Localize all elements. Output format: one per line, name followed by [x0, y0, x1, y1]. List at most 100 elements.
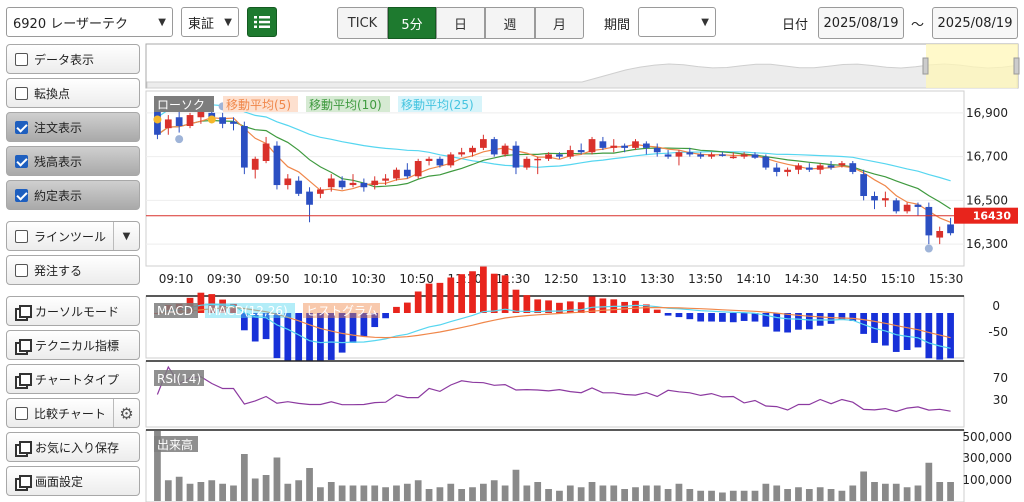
macd-hist-bar	[632, 300, 639, 313]
time-tick-label: 15:10	[881, 272, 916, 286]
volume-bar	[762, 483, 770, 501]
price-panel[interactable]	[145, 90, 965, 267]
candle-body	[512, 145, 520, 168]
candle-body	[338, 180, 346, 188]
volume-tick-500k: 500,000	[962, 430, 1012, 444]
volume-bar	[871, 482, 878, 501]
candle-body	[903, 204, 911, 212]
candle-body	[795, 165, 802, 170]
macd-hist-bar	[284, 313, 292, 365]
volume-bar	[566, 485, 574, 501]
candle-body	[784, 169, 791, 172]
volume-bar	[816, 487, 824, 501]
candle-body	[936, 231, 944, 238]
time-tick-label: 12:50	[544, 272, 579, 286]
volume-bar	[469, 487, 476, 501]
candle-body	[925, 206, 933, 236]
candle-body	[556, 154, 563, 157]
candle-body	[306, 191, 313, 205]
volume-bar	[295, 480, 303, 501]
macd-hist-bar	[784, 313, 791, 333]
volume-bar	[425, 489, 433, 501]
volume-bar	[317, 487, 324, 501]
candle-body	[599, 141, 607, 148]
navigator[interactable]	[145, 43, 1020, 89]
candle-body	[425, 158, 433, 161]
macd-hist-bar	[327, 313, 335, 360]
candle-body	[534, 158, 542, 161]
rsi-panel[interactable]	[145, 360, 965, 428]
candle-body	[577, 150, 585, 153]
macd-tick-minus50: -50	[988, 325, 1008, 339]
candle-body	[849, 163, 857, 172]
legend-ma5: 移動平均(5)	[226, 98, 291, 112]
volume-bar	[447, 483, 455, 501]
macd-hist-bar	[490, 273, 498, 313]
volume-bar	[588, 482, 596, 501]
candle-body	[186, 115, 194, 126]
volume-bar	[947, 482, 954, 501]
volume-bar	[545, 489, 552, 501]
macd-hist-bar	[480, 266, 487, 313]
candle-body	[892, 200, 900, 212]
macd-label: MACD	[157, 304, 193, 318]
volume-bar	[480, 483, 487, 501]
candle-body	[871, 196, 878, 201]
candle-body	[382, 178, 389, 181]
navigator-handle-left[interactable]	[922, 57, 929, 75]
volume-label: 出来高	[157, 437, 193, 452]
time-tick-label: 14:50	[832, 272, 867, 286]
volume-bar	[490, 480, 498, 501]
time-tick-label: 13:30	[640, 272, 675, 286]
navigator-selection[interactable]	[926, 44, 1018, 88]
candle-body	[664, 154, 672, 157]
time-axis: 09:1009:3009:5010:1010:3010:5011:1011:30…	[159, 272, 964, 286]
volume-bar	[349, 485, 357, 501]
volume-bar	[719, 492, 726, 501]
candle-body	[632, 141, 639, 148]
macd-hist-bar	[273, 313, 281, 359]
macd-hist-bar	[892, 313, 900, 352]
candle-body	[827, 165, 835, 168]
candle-body	[860, 174, 868, 196]
time-tick-label: 11:30	[496, 272, 531, 286]
macd-hist-bar	[773, 313, 781, 332]
candle-body	[719, 154, 726, 156]
volume-bar	[664, 489, 672, 501]
rsi-label: RSI(14)	[157, 372, 201, 386]
time-tick-label: 10:30	[351, 272, 386, 286]
candle-body	[175, 117, 183, 126]
volume-bar	[284, 483, 292, 501]
volume-bar	[892, 483, 900, 501]
execution-marker	[924, 244, 933, 253]
macd-hist-bar	[936, 313, 944, 360]
volume-bar	[534, 482, 542, 501]
macd-hist-bar	[882, 313, 889, 346]
candle-body	[545, 154, 552, 159]
candle-body	[816, 165, 824, 170]
macd-hist-bar	[414, 291, 422, 313]
macd-hist-bar	[621, 301, 628, 313]
volume-bar	[306, 468, 313, 501]
volume-bar	[360, 485, 368, 501]
macd-hist-bar	[925, 313, 933, 359]
volume-bar	[936, 482, 944, 501]
volume-bar	[653, 485, 661, 501]
volume-bar	[523, 485, 531, 501]
navigator-handle-right[interactable]	[1013, 57, 1020, 75]
volume-bar	[686, 489, 694, 501]
volume-bar	[849, 485, 857, 501]
macd-hist-bar	[447, 277, 455, 313]
chart-area[interactable]: 16,900 16,700 16,500 16,300 09:10 09:30 09:50…	[0, 0, 1024, 502]
candle-body	[588, 139, 596, 153]
time-tick-label: 14:30	[784, 272, 819, 286]
candle-body	[501, 145, 509, 155]
macd-hist-bar	[512, 289, 520, 313]
candle-body	[914, 204, 922, 207]
volume-bar	[882, 483, 889, 501]
volume-bar	[805, 489, 813, 501]
rsi-tick-30: 30	[993, 393, 1008, 407]
candle-body	[262, 143, 270, 161]
candle-body	[729, 156, 737, 159]
volume-bar	[729, 490, 737, 501]
